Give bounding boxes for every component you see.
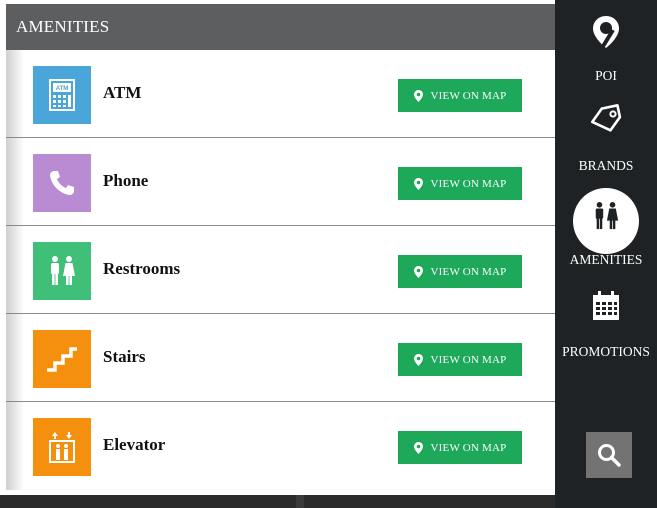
panel-header: AMENITIES xyxy=(6,4,555,50)
stairs-tile xyxy=(33,330,91,388)
atm-tile: ATM xyxy=(33,66,91,124)
view-on-map-button[interactable]: VIEW ON MAP xyxy=(398,431,522,464)
page-title: AMENITIES xyxy=(16,17,110,36)
restrooms-tile xyxy=(33,242,91,300)
list-item-atm[interactable]: ATM ATM VIEW ON MAP xyxy=(6,50,555,138)
amenities-list[interactable]: ATM ATM VIEW ON MAP Phone VIEW ON MAP Re… xyxy=(6,50,555,495)
button-label: VIEW ON MAP xyxy=(430,177,507,190)
amenities-panel: AMENITIES ATM ATM VIEW ON MAP Phone VIEW… xyxy=(6,4,555,495)
atm-icon: ATM xyxy=(49,79,75,111)
map-pin-icon xyxy=(413,177,423,190)
row-shadow xyxy=(6,50,24,137)
bottom-strip xyxy=(0,495,555,508)
view-on-map-button[interactable]: VIEW ON MAP xyxy=(398,255,522,288)
restrooms-icon xyxy=(51,256,75,285)
map-pin-icon xyxy=(593,16,619,50)
button-label: VIEW ON MAP xyxy=(430,353,507,366)
map-pin-icon xyxy=(413,441,423,454)
row-shadow xyxy=(6,314,24,401)
amenity-label: Restrooms xyxy=(103,259,181,278)
button-label: VIEW ON MAP xyxy=(430,89,507,102)
amenity-label: Elevator xyxy=(103,435,166,454)
elevator-icon xyxy=(49,432,75,463)
view-on-map-button[interactable]: VIEW ON MAP xyxy=(398,79,522,112)
button-label: VIEW ON MAP xyxy=(430,265,507,278)
sidebar-item-label: POI xyxy=(595,68,617,83)
map-pin-icon xyxy=(413,265,423,278)
row-shadow xyxy=(6,226,24,313)
sidebar-item-amenities[interactable]: AMENITIES xyxy=(555,182,657,278)
row-shadow xyxy=(6,402,24,490)
restrooms-icon xyxy=(595,202,619,230)
elevator-tile xyxy=(33,418,91,476)
calendar-icon xyxy=(593,291,619,320)
sidebar-item-brands[interactable]: BRANDS xyxy=(555,92,657,182)
stairs-icon xyxy=(47,347,77,372)
phone-tile xyxy=(33,154,91,212)
sidebar-item-label: BRANDS xyxy=(578,158,634,173)
button-label: VIEW ON MAP xyxy=(430,441,507,454)
amenity-label: ATM xyxy=(103,83,142,102)
tag-icon xyxy=(591,104,622,132)
list-item-elevator[interactable]: Elevator VIEW ON MAP xyxy=(6,402,555,490)
list-item-phone[interactable]: Phone VIEW ON MAP xyxy=(6,138,555,226)
view-on-map-button[interactable]: VIEW ON MAP xyxy=(398,343,522,376)
search-button[interactable] xyxy=(586,432,632,478)
list-item-restrooms[interactable]: Restrooms VIEW ON MAP xyxy=(6,226,555,314)
strip-divider xyxy=(296,495,304,508)
sidebar-item-promotions[interactable]: PROMOTIONS xyxy=(555,278,657,370)
row-shadow xyxy=(6,138,24,225)
amenity-label: Phone xyxy=(103,171,149,190)
phone-icon xyxy=(50,171,74,195)
sidebar-item-label: PROMOTIONS xyxy=(562,344,650,359)
list-item-stairs[interactable]: Stairs VIEW ON MAP xyxy=(6,314,555,402)
amenity-label: Stairs xyxy=(103,347,146,366)
map-pin-icon xyxy=(413,353,423,366)
svg-text:ATM: ATM xyxy=(56,86,69,92)
sidebar-item-label: AMENITIES xyxy=(569,252,643,267)
map-pin-icon xyxy=(413,89,423,102)
sidebar-item-poi[interactable]: POI xyxy=(555,0,657,92)
view-on-map-button[interactable]: VIEW ON MAP xyxy=(398,167,522,200)
search-icon xyxy=(598,444,621,467)
